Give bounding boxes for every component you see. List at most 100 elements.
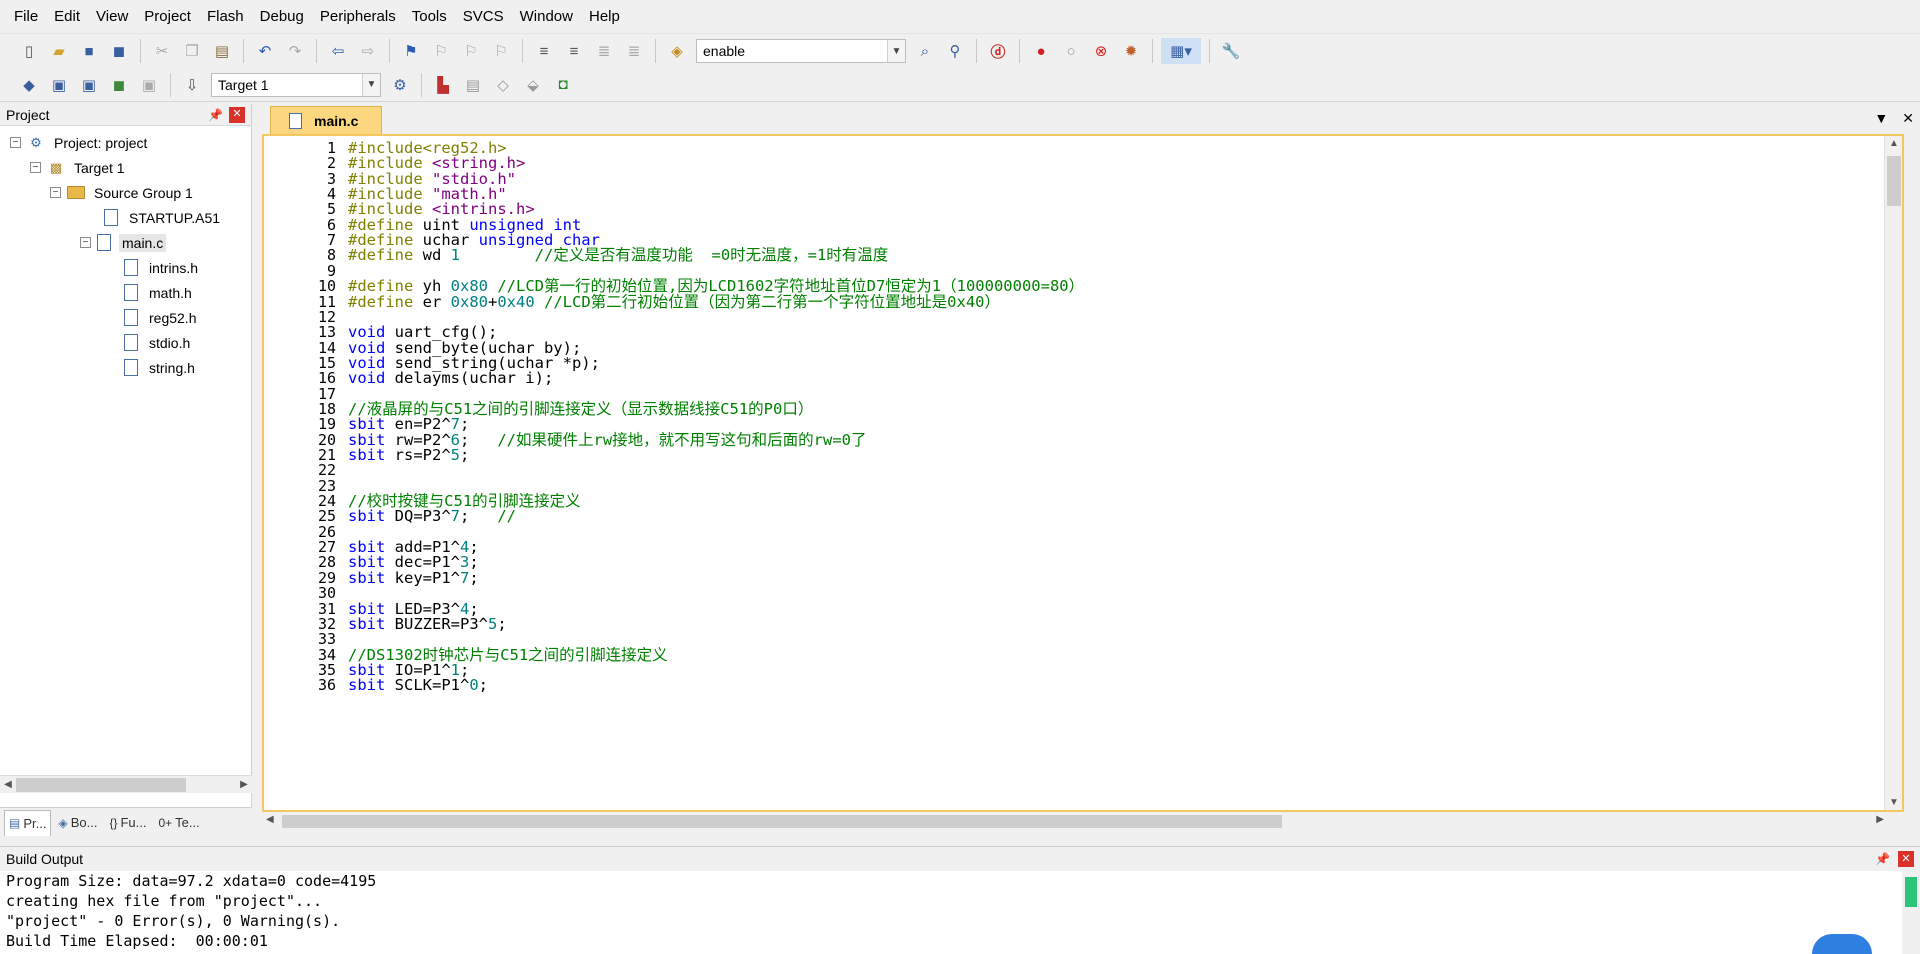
unindent-icon[interactable]: ≡ (561, 38, 587, 64)
scroll-up-icon[interactable]: ▲ (1889, 138, 1899, 149)
scroll-thumb[interactable] (1887, 156, 1901, 206)
find-in-files-icon[interactable]: ◈ (664, 38, 690, 64)
menu-flash[interactable]: Flash (199, 4, 252, 30)
collapse-toggle-icon[interactable]: − (80, 237, 91, 248)
code-line[interactable]: void delayms(uchar i); (348, 369, 553, 388)
target-combo[interactable]: Target 1 ▼ (211, 72, 381, 97)
find-icon[interactable]: ⌕ (912, 38, 938, 64)
manage-components-icon[interactable]: ▙ (430, 72, 456, 98)
tree-item[interactable]: − ▩ Target 1 (0, 155, 251, 180)
menu-project[interactable]: Project (136, 4, 199, 30)
chevron-down-icon[interactable]: ▼ (887, 40, 905, 62)
enable-breakpoint-icon[interactable]: ○ (1058, 38, 1084, 64)
save-icon[interactable]: ■ (76, 38, 102, 64)
tree-item[interactable]: math.h (0, 280, 251, 305)
menu-file[interactable]: File (6, 4, 46, 30)
tree-item[interactable]: − main.c (0, 230, 251, 255)
pack-installer-icon[interactable]: ◇ (490, 72, 516, 98)
close-icon[interactable]: ✕ (1902, 110, 1914, 127)
menu-debug[interactable]: Debug (252, 4, 312, 30)
configure-icon[interactable]: 🔧 (1218, 38, 1244, 64)
build-output-vscrollbar[interactable] (1902, 871, 1920, 954)
tree-item[interactable]: intrins.h (0, 255, 251, 280)
scroll-down-icon[interactable]: ▼ (1889, 797, 1899, 808)
target-options-icon[interactable]: ⚙ (387, 72, 413, 98)
download-icon[interactable]: ⇩ (179, 72, 205, 98)
scroll-right-icon[interactable]: ▶ (1876, 814, 1884, 825)
indent-icon[interactable]: ≡ (531, 38, 557, 64)
code-line[interactable]: #define wd 1 //定义是否有温度功能 =0时无温度，=1时有温度 (348, 246, 888, 265)
menu-svcs[interactable]: SVCS (455, 4, 512, 30)
paste-icon[interactable]: ▤ (209, 38, 235, 64)
manage-items-icon[interactable]: ▤ (460, 72, 486, 98)
floating-assistant-icon[interactable] (1812, 934, 1872, 954)
nav-forward-icon[interactable]: ⇨ (355, 38, 381, 64)
editor-vscrollbar[interactable]: ▲ ▼ (1884, 136, 1902, 810)
menu-help[interactable]: Help (581, 4, 628, 30)
menu-window[interactable]: Window (512, 4, 581, 30)
kill-breakpoints-icon[interactable]: ✹ (1118, 38, 1144, 64)
comment-icon[interactable]: ≣ (591, 38, 617, 64)
code-line[interactable]: #define er 0x80+0x40 //LCD第二行初始位置（因为第二行第… (348, 293, 1000, 312)
window-layout-icon[interactable]: ▦▾ (1161, 38, 1201, 64)
tree-item[interactable]: stdio.h (0, 330, 251, 355)
tree-item[interactable]: − ⚙ Project: project (0, 130, 251, 155)
tab-list-icon[interactable]: ▼ (1874, 110, 1888, 127)
menu-view[interactable]: View (88, 4, 136, 30)
tab-books[interactable]: ◈ Bo... (53, 810, 102, 836)
tree-item[interactable]: string.h (0, 355, 251, 380)
code-line[interactable]: sbit key=P1^7; (348, 569, 479, 588)
copy-icon[interactable]: ❐ (179, 38, 205, 64)
chevron-down-icon[interactable]: ▼ (362, 73, 380, 96)
rebuild-icon[interactable]: ▣ (76, 72, 102, 98)
clear-bookmarks-icon[interactable]: ⚐ (488, 38, 514, 64)
incremental-find-icon[interactable]: ⚲ (942, 38, 968, 64)
collapse-toggle-icon[interactable]: − (10, 137, 21, 148)
close-icon[interactable]: ✕ (229, 106, 245, 123)
menu-peripherals[interactable]: Peripherals (312, 4, 404, 30)
cut-icon[interactable]: ✂ (149, 38, 175, 64)
stop-build-icon[interactable]: ▣ (136, 72, 162, 98)
scroll-left-icon[interactable]: ◀ (0, 779, 16, 790)
batch-build-icon[interactable]: ◼ (106, 72, 132, 98)
nav-back-icon[interactable]: ⇦ (325, 38, 351, 64)
tab-templates[interactable]: 0+ Te... (153, 810, 204, 836)
code-area[interactable]: #include<reg52.h> #include <string.h> #inc… (348, 136, 1868, 810)
select-packs-icon[interactable]: ⬙ (520, 72, 546, 98)
pin-icon[interactable]: 📌 (1875, 852, 1890, 866)
insert-breakpoint-icon[interactable]: ● (1028, 38, 1054, 64)
next-bookmark-icon[interactable]: ⚐ (458, 38, 484, 64)
undo-icon[interactable]: ↶ (252, 38, 278, 64)
code-line[interactable]: sbit BUZZER=P3^5; (348, 615, 507, 634)
tree-item[interactable]: reg52.h (0, 305, 251, 330)
uncomment-icon[interactable]: ≣ (621, 38, 647, 64)
scroll-thumb[interactable] (282, 815, 1282, 828)
run-time-environment-icon[interactable]: ◘ (550, 72, 576, 98)
new-file-icon[interactable]: ▯ (16, 38, 42, 64)
editor-hscrollbar[interactable]: ◀ ▶ (262, 812, 1904, 830)
tree-item[interactable]: − Source Group 1 (0, 180, 251, 205)
prev-bookmark-icon[interactable]: ⚐ (428, 38, 454, 64)
debug-session-icon[interactable]: ⓓ (985, 38, 1011, 64)
tab-functions[interactable]: {} Fu... (104, 810, 151, 836)
open-file-icon[interactable]: ▰ (46, 38, 72, 64)
close-icon[interactable]: ✕ (1898, 851, 1914, 867)
scroll-thumb[interactable] (1905, 877, 1917, 907)
collapse-toggle-icon[interactable]: − (30, 162, 41, 173)
find-combo[interactable]: enable ▼ (696, 39, 906, 63)
translate-icon[interactable]: ◆ (16, 72, 42, 98)
redo-icon[interactable]: ↷ (282, 38, 308, 64)
code-line[interactable]: sbit rs=P2^5; (348, 446, 469, 465)
tree-item[interactable]: STARTUP.A51 (0, 205, 251, 230)
code-editor[interactable]: 1 2 3 4 5 6 7 8 9 10 11 12 13 14 15 16 17 18 19 20 21 22 23 24 2… (262, 134, 1904, 812)
scroll-thumb[interactable] (16, 778, 186, 792)
save-all-icon[interactable]: ◼ (106, 38, 132, 64)
scroll-left-icon[interactable]: ◀ (266, 814, 274, 825)
disable-breakpoints-icon[interactable]: ⊗ (1088, 38, 1114, 64)
bookmark-icon[interactable]: ⚑ (398, 38, 424, 64)
build-icon[interactable]: ▣ (46, 72, 72, 98)
project-hscrollbar[interactable]: ◀ ▶ (0, 775, 252, 793)
tab-project[interactable]: ▤ Pr... (4, 809, 52, 836)
code-line[interactable]: sbit SCLK=P1^0; (348, 676, 488, 695)
collapse-toggle-icon[interactable]: − (50, 187, 61, 198)
